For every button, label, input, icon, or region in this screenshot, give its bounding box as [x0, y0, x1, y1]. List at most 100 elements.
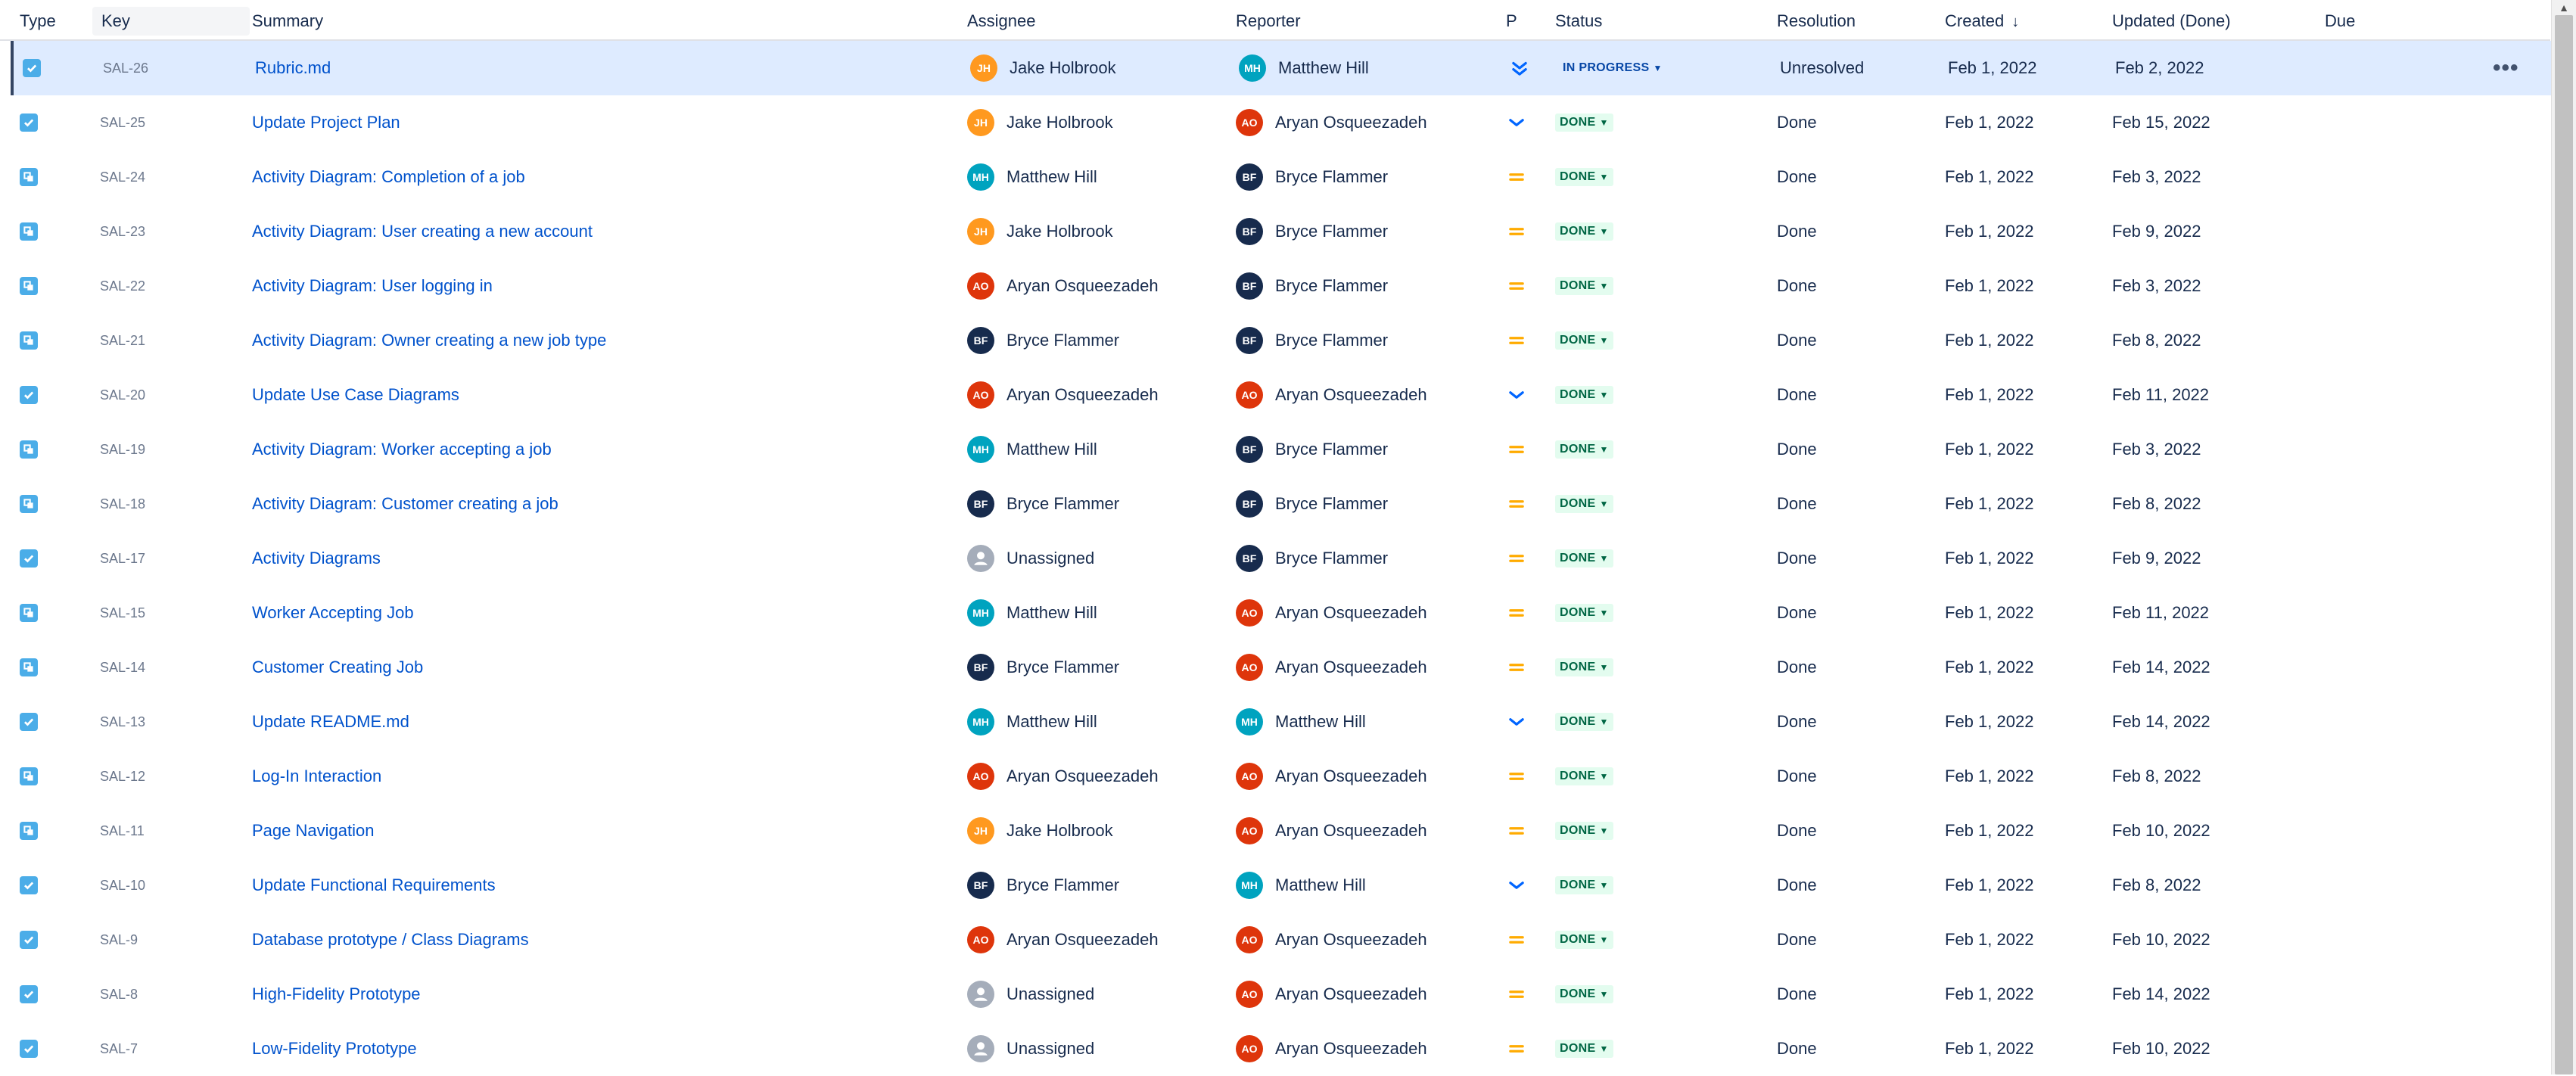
status-cell[interactable]: DONE ▼	[1555, 422, 1613, 477]
issue-key[interactable]: SAL-25	[100, 95, 145, 150]
status-dropdown[interactable]: DONE ▼	[1555, 876, 1613, 894]
status-dropdown[interactable]: DONE ▼	[1555, 931, 1613, 949]
type-cell[interactable]	[20, 422, 38, 477]
assignee-cell[interactable]: BF Bryce Flammer	[967, 640, 1119, 695]
status-dropdown[interactable]: DONE ▼	[1555, 440, 1613, 459]
priority-cell[interactable]	[1506, 95, 1527, 150]
status-cell[interactable]: DONE ▼	[1555, 804, 1613, 858]
type-cell[interactable]	[20, 1022, 38, 1076]
type-cell[interactable]	[20, 967, 38, 1022]
status-dropdown[interactable]: DONE ▼	[1555, 168, 1613, 186]
status-dropdown[interactable]: DONE ▼	[1555, 604, 1613, 622]
table-row[interactable]: SAL-17 Activity Diagrams Unassigned BF Bryce…	[11, 531, 2550, 586]
status-cell[interactable]: DONE ▼	[1555, 913, 1613, 967]
issue-summary-link[interactable]: Update Functional Requirements	[252, 858, 496, 913]
issue-summary-link[interactable]: Rubric.md	[255, 41, 331, 95]
priority-cell[interactable]	[1506, 477, 1527, 531]
scrollbar-thumb[interactable]	[2555, 15, 2573, 1074]
table-row[interactable]: SAL-24 Activity Diagram: Completion of a …	[11, 150, 2550, 204]
assignee-cell[interactable]: AO Aryan Osqueezadeh	[967, 368, 1159, 422]
priority-cell[interactable]	[1509, 41, 1530, 95]
reporter-cell[interactable]: AO Aryan Osqueezadeh	[1236, 368, 1427, 422]
table-row[interactable]: SAL-23 Activity Diagram: User creating a …	[11, 204, 2550, 259]
type-cell[interactable]	[23, 41, 41, 95]
status-dropdown[interactable]: DONE ▼	[1555, 1040, 1613, 1058]
reporter-cell[interactable]: BF Bryce Flammer	[1236, 259, 1388, 313]
type-cell[interactable]	[20, 313, 38, 368]
status-cell[interactable]: DONE ▼	[1555, 477, 1613, 531]
assignee-cell[interactable]: MH Matthew Hill	[967, 586, 1097, 640]
column-header-assignee[interactable]: Assignee	[967, 0, 1036, 39]
reporter-cell[interactable]: AO Aryan Osqueezadeh	[1236, 586, 1427, 640]
type-cell[interactable]	[20, 749, 38, 804]
priority-cell[interactable]	[1506, 204, 1527, 259]
reporter-cell[interactable]: AO Aryan Osqueezadeh	[1236, 804, 1427, 858]
issue-summary-link[interactable]: Page Navigation	[252, 804, 374, 858]
priority-cell[interactable]	[1506, 804, 1527, 858]
issue-summary-link[interactable]: Activity Diagram: Customer creating a jo…	[252, 477, 558, 531]
type-cell[interactable]	[20, 586, 38, 640]
status-dropdown[interactable]: DONE ▼	[1555, 331, 1613, 350]
issue-summary-link[interactable]: Update Use Case Diagrams	[252, 368, 459, 422]
status-cell[interactable]: DONE ▼	[1555, 531, 1613, 586]
reporter-cell[interactable]: BF Bryce Flammer	[1236, 204, 1388, 259]
issue-summary-link[interactable]: Update README.md	[252, 695, 409, 749]
status-dropdown[interactable]: DONE ▼	[1555, 767, 1613, 785]
reporter-cell[interactable]: AO Aryan Osqueezadeh	[1236, 913, 1427, 967]
issue-key[interactable]: SAL-7	[100, 1022, 138, 1076]
type-cell[interactable]	[20, 259, 38, 313]
column-header-reporter[interactable]: Reporter	[1236, 0, 1301, 39]
table-row[interactable]: SAL-15 Worker Accepting Job MH Matthew Hill…	[11, 586, 2550, 640]
table-row[interactable]: SAL-8 High-Fidelity Prototype Unassigned AO…	[11, 967, 2550, 1022]
priority-cell[interactable]	[1506, 967, 1527, 1022]
assignee-cell[interactable]: JH Jake Holbrook	[967, 804, 1113, 858]
priority-cell[interactable]	[1506, 695, 1527, 749]
assignee-cell[interactable]: JH Jake Holbrook	[970, 41, 1116, 95]
column-header-updated[interactable]: Updated (Done)	[2112, 0, 2231, 39]
priority-cell[interactable]	[1506, 913, 1527, 967]
assignee-cell[interactable]: BF Bryce Flammer	[967, 858, 1119, 913]
scroll-up-arrow-icon[interactable]: ▲	[2552, 0, 2576, 15]
issue-key[interactable]: SAL-19	[100, 422, 145, 477]
table-row[interactable]: SAL-21 Activity Diagram: Owner creating a…	[11, 313, 2550, 368]
issue-summary-link[interactable]: Activity Diagram: Completion of a job	[252, 150, 525, 204]
status-cell[interactable]: DONE ▼	[1555, 313, 1613, 368]
issue-key[interactable]: SAL-21	[100, 313, 145, 368]
status-cell[interactable]: DONE ▼	[1555, 150, 1613, 204]
assignee-cell[interactable]: MH Matthew Hill	[967, 695, 1097, 749]
column-header-due[interactable]: Due	[2325, 0, 2355, 39]
table-row[interactable]: SAL-19 Activity Diagram: Worker accepting…	[11, 422, 2550, 477]
table-row[interactable]: SAL-14 Customer Creating Job BF Bryce Flamm…	[11, 640, 2550, 695]
type-cell[interactable]	[20, 695, 38, 749]
reporter-cell[interactable]: AO Aryan Osqueezadeh	[1236, 967, 1427, 1022]
type-cell[interactable]	[20, 150, 38, 204]
column-header-status[interactable]: Status	[1555, 0, 1602, 39]
type-cell[interactable]	[20, 477, 38, 531]
status-cell[interactable]: DONE ▼	[1555, 95, 1613, 150]
type-cell[interactable]	[20, 531, 38, 586]
status-cell[interactable]: DONE ▼	[1555, 749, 1613, 804]
priority-cell[interactable]	[1506, 586, 1527, 640]
issue-summary-link[interactable]: Low-Fidelity Prototype	[252, 1022, 417, 1076]
status-dropdown[interactable]: IN PROGRESS ▼	[1558, 59, 1667, 77]
status-cell[interactable]: DONE ▼	[1555, 695, 1613, 749]
issue-key[interactable]: SAL-15	[100, 586, 145, 640]
priority-cell[interactable]	[1506, 1022, 1527, 1076]
table-row[interactable]: SAL-26 Rubric.md JH Jake Holbrook MH Matthew …	[11, 41, 2553, 95]
table-row[interactable]: SAL-10 Update Functional Requirements BF Br…	[11, 858, 2550, 913]
type-cell[interactable]	[20, 368, 38, 422]
assignee-cell[interactable]: BF Bryce Flammer	[967, 313, 1119, 368]
issue-key[interactable]: SAL-10	[100, 858, 145, 913]
table-row[interactable]: SAL-9 Database prototype / Class Diagrams…	[11, 913, 2550, 967]
status-cell[interactable]: DONE ▼	[1555, 586, 1613, 640]
issue-summary-link[interactable]: Activity Diagram: User creating a new ac…	[252, 204, 593, 259]
type-cell[interactable]	[20, 95, 38, 150]
issue-key[interactable]: SAL-23	[100, 204, 145, 259]
issue-key[interactable]: SAL-20	[100, 368, 145, 422]
priority-cell[interactable]	[1506, 259, 1527, 313]
assignee-cell[interactable]: MH Matthew Hill	[967, 150, 1097, 204]
type-cell[interactable]	[20, 858, 38, 913]
status-dropdown[interactable]: DONE ▼	[1555, 658, 1613, 676]
type-cell[interactable]	[20, 804, 38, 858]
status-cell[interactable]: DONE ▼	[1555, 259, 1613, 313]
